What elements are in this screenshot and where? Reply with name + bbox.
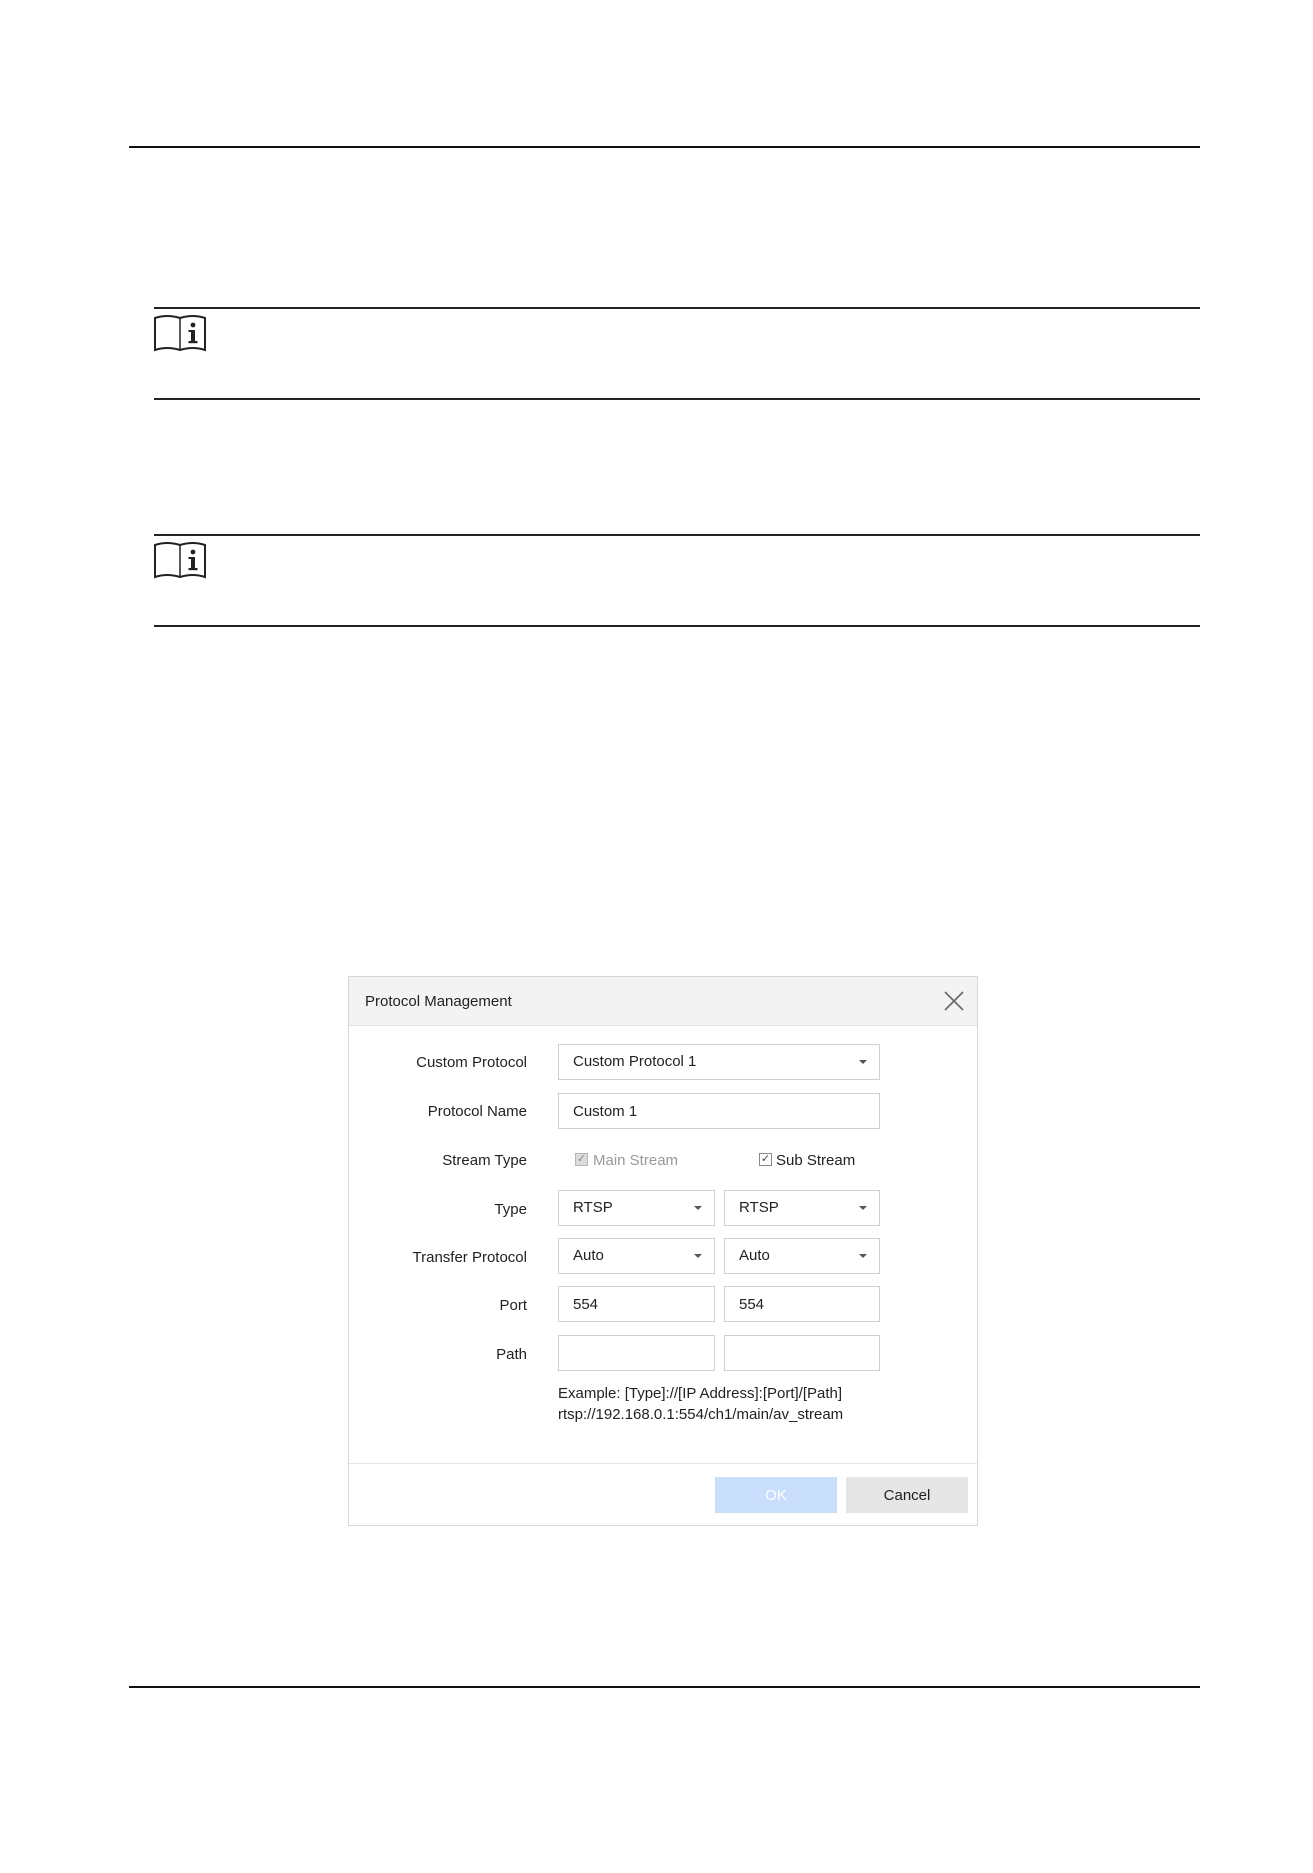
example-url: rtsp://192.168.0.1:554/ch1/main/av_strea… [558,1406,844,1423]
path-sub-input[interactable] [724,1335,880,1371]
note-book-icon [154,315,206,352]
transfer-main-select[interactable]: Auto [558,1238,715,1274]
chevron-down-icon [859,1254,867,1258]
example-text: Example: [Type]://[IP Address]:[Port]/[P… [558,1383,843,1425]
type-main-select[interactable]: RTSP [558,1190,715,1226]
transfer-main-value: Auto [573,1247,604,1264]
note-bottom-rule [154,398,1200,400]
transfer-protocol-label: Transfer Protocol [412,1249,528,1266]
chevron-down-icon [694,1254,702,1258]
cancel-button[interactable]: Cancel [846,1477,968,1513]
port-main-input[interactable] [558,1286,715,1322]
sub-stream-checkbox[interactable]: ✓ [759,1153,772,1166]
chevron-down-icon [694,1206,702,1210]
type-sub-select[interactable]: RTSP [724,1190,880,1226]
main-stream-checkbox[interactable]: ✓ [575,1153,588,1166]
sub-stream-label: Sub Stream [776,1152,856,1169]
stream-type-label: Stream Type [442,1152,527,1169]
ok-button[interactable]: OK [715,1477,837,1513]
path-label: Path [496,1346,527,1363]
note-top-rule [154,534,1200,536]
transfer-sub-value: Auto [739,1247,770,1264]
close-icon[interactable] [941,988,967,1014]
note-top-rule [154,307,1200,309]
dialog-header: Protocol Management [349,977,977,1026]
note-bottom-rule [154,625,1200,627]
port-sub-input[interactable] [724,1286,880,1322]
dialog-title: Protocol Management [365,993,512,1010]
example-format: Example: [Type]://[IP Address]:[Port]/[P… [558,1385,843,1402]
type-sub-value: RTSP [739,1199,779,1216]
transfer-sub-select[interactable]: Auto [724,1238,880,1274]
footer-rule [129,1686,1200,1688]
type-main-value: RTSP [573,1199,613,1216]
path-main-input[interactable] [558,1335,715,1371]
chevron-down-icon [859,1060,867,1064]
header-rule [129,146,1200,148]
port-label: Port [499,1297,527,1314]
chevron-down-icon [859,1206,867,1210]
protocol-name-input[interactable] [558,1093,880,1129]
dialog-footer-divider [349,1463,977,1464]
type-label: Type [494,1201,527,1218]
note-book-icon [154,542,206,579]
main-stream-label: Main Stream [593,1152,679,1169]
protocol-name-label: Protocol Name [427,1103,527,1120]
protocol-management-dialog: Protocol Management Custom Protocol Cust… [348,976,978,1526]
custom-protocol-value: Custom Protocol 1 [573,1053,697,1070]
custom-protocol-select[interactable]: Custom Protocol 1 [558,1044,880,1080]
custom-protocol-label: Custom Protocol [416,1054,527,1071]
